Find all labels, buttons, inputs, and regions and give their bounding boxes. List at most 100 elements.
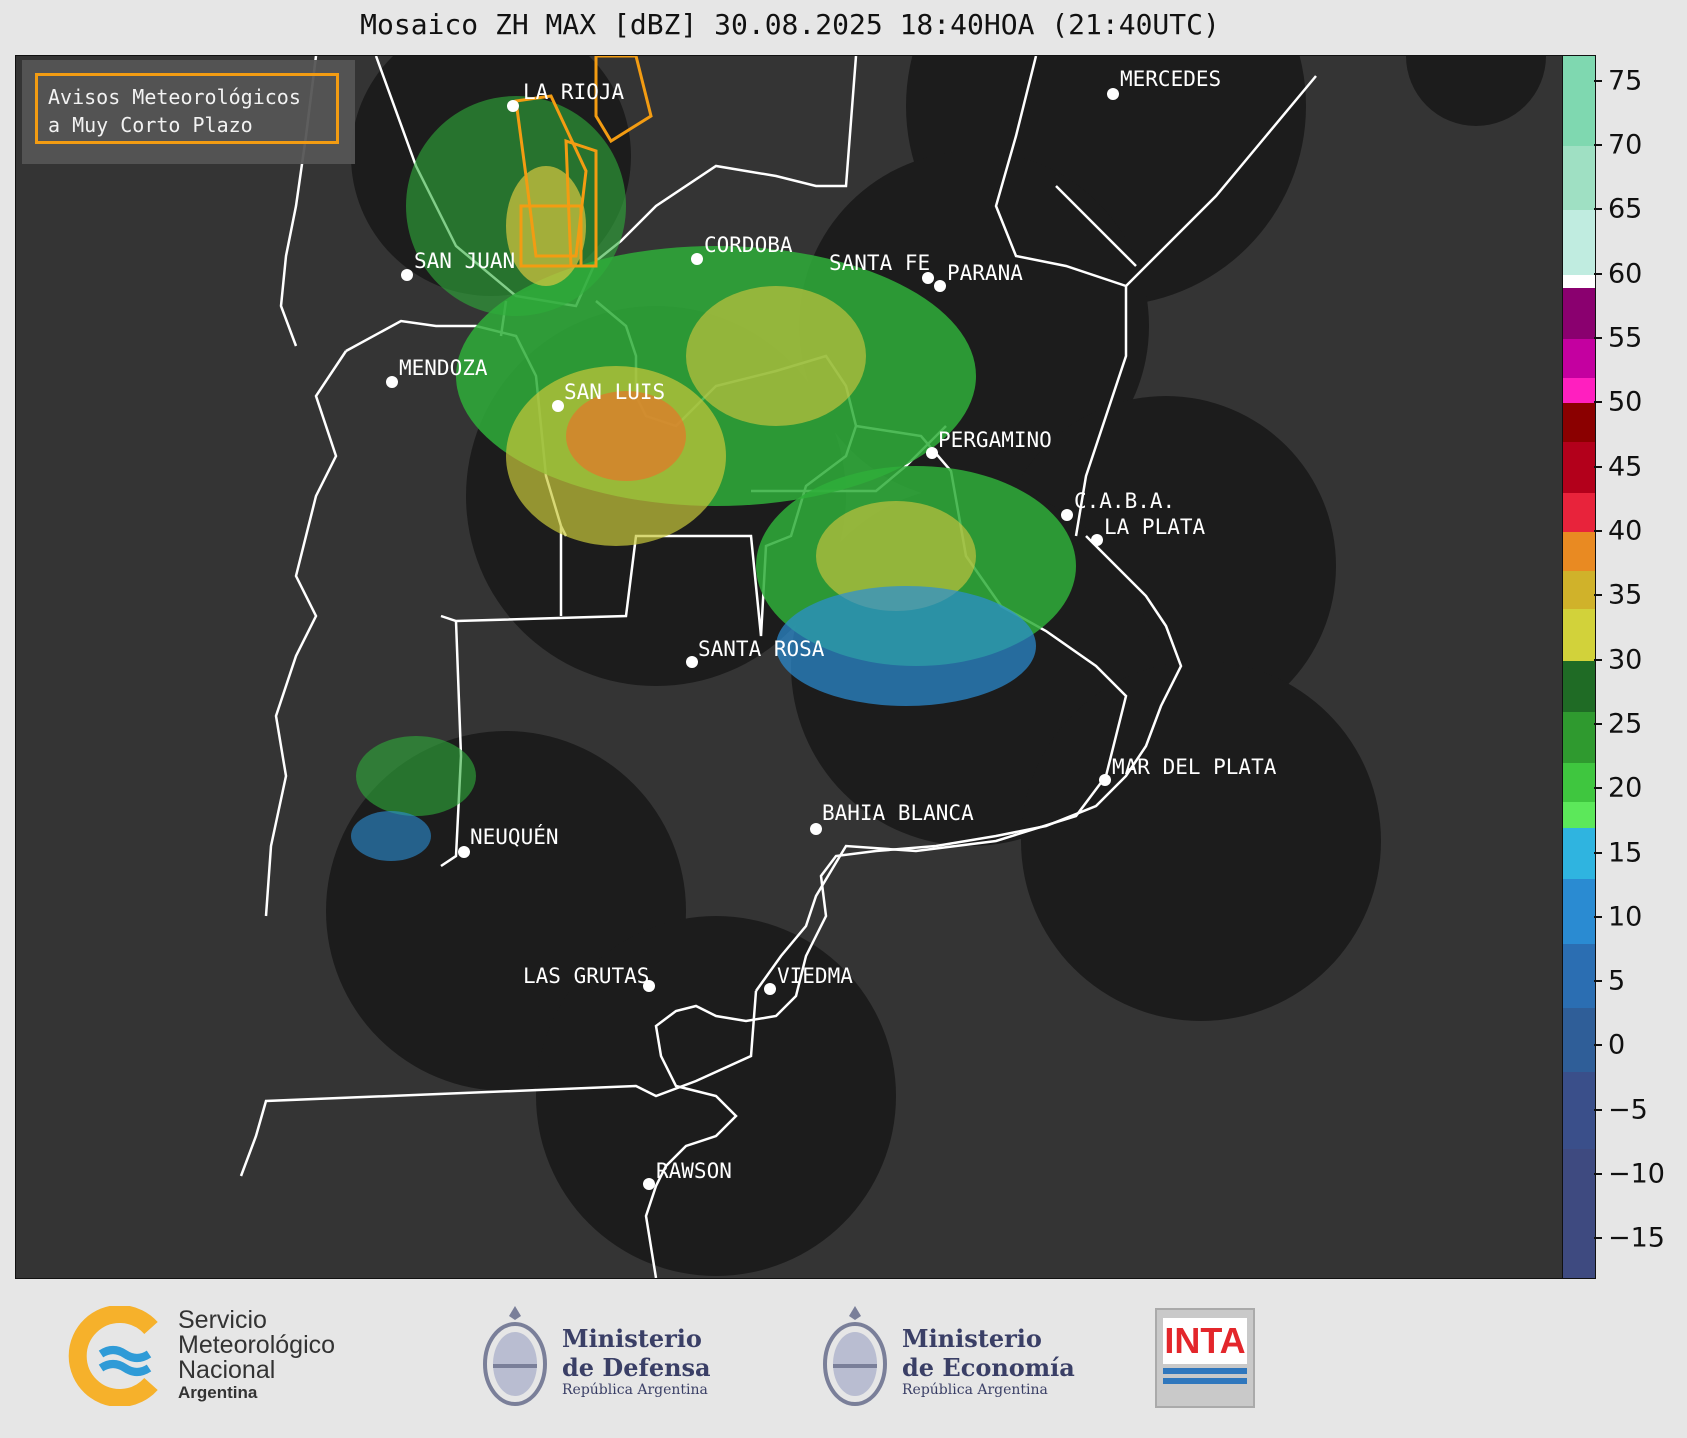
colorbar-tick <box>1594 401 1602 404</box>
smn-line3: Nacional <box>178 1356 276 1384</box>
defensa-line2: de Defensa <box>562 1353 711 1382</box>
colorbar-segment <box>1563 274 1595 289</box>
city-label-san-luis: SAN LUIS <box>564 380 665 404</box>
economia-line1: Ministerio <box>902 1324 1042 1353</box>
defensa-logo: Ministerio de Defensa República Argentin… <box>480 1300 720 1420</box>
colorbar-segment <box>1563 287 1595 340</box>
smn-line1: Servicio <box>178 1306 267 1334</box>
national-seal-icon <box>483 1306 547 1406</box>
colorbar-segment <box>1563 802 1595 829</box>
city-label-rawson: RAWSON <box>656 1159 732 1183</box>
colorbar-tick <box>1594 658 1602 661</box>
colorbar-tick <box>1594 787 1602 790</box>
defensa-line3: República Argentina <box>562 1382 708 1398</box>
colorbar-tick-label: 20 <box>1608 772 1643 804</box>
city-label-neuquen: NEUQUÉN <box>470 824 559 849</box>
colorbar-segment <box>1563 660 1595 713</box>
city-label-santa-fe: SANTA FE <box>829 251 930 275</box>
warning-legend-line2: a Muy Corto Plazo <box>48 113 253 137</box>
colorbar-tick <box>1594 980 1602 983</box>
economia-logo: Ministerio de Economía República Argenti… <box>820 1300 1080 1420</box>
colorbar-tick-label: −15 <box>1608 1222 1665 1254</box>
colorbar-tick-label: 10 <box>1608 901 1643 933</box>
city-label-la-plata: LA PLATA <box>1104 515 1206 539</box>
colorbar-segment <box>1563 377 1595 405</box>
colorbar-segment <box>1563 879 1595 945</box>
colorbar-tick <box>1594 1044 1602 1047</box>
city-label-viedma: VIEDMA <box>777 964 853 988</box>
colorbar-segment <box>1563 338 1595 379</box>
city-label-mar-del-plata: MAR DEL PLATA <box>1112 755 1277 779</box>
colorbar-tick <box>1594 1108 1602 1111</box>
map-title: Mosaico ZH MAX [dBZ] 30.08.2025 18:40HOA… <box>360 8 1220 41</box>
colorbar-segment <box>1563 531 1595 572</box>
inta-logo-text: INTA <box>1163 1318 1247 1364</box>
colorbar-segment <box>1563 56 1595 148</box>
radar-map[interactable]: LA RIOJA MERCEDES SAN JUAN CORDOBA SANTA… <box>15 55 1564 1279</box>
colorbar-tick <box>1594 144 1602 147</box>
colorbar-tick <box>1594 336 1602 339</box>
colorbar-segment <box>1563 1072 1595 1151</box>
colorbar-tick-label: 65 <box>1608 193 1643 225</box>
colorbar-ticks: 75 70 65 60 55 50 45 40 35 30 25 20 15 10 5 0 −5 −10 −15 <box>1594 55 1684 1277</box>
inta-logo: INTA <box>1155 1308 1255 1408</box>
colorbar-tick-label: 35 <box>1608 579 1643 611</box>
colorbar-tick-label: 25 <box>1608 708 1643 740</box>
warning-legend-line1: Avisos Meteorológicos <box>48 85 301 109</box>
colorbar-segment <box>1563 943 1595 1009</box>
colorbar-tick-label: 0 <box>1608 1029 1626 1061</box>
colorbar-tick-label: 75 <box>1608 65 1643 97</box>
radar-map-canvas: LA RIOJA MERCEDES SAN JUAN CORDOBA SANTA… <box>239 56 1546 1278</box>
city-label-las-grutas: LAS GRUTAS <box>523 964 649 988</box>
colorbar-tick <box>1594 79 1602 82</box>
national-seal-icon <box>823 1306 887 1406</box>
colorbar-tick-label: −10 <box>1608 1158 1665 1190</box>
colorbar <box>1562 55 1596 1279</box>
defensa-line1: Ministerio <box>562 1324 702 1353</box>
colorbar-segment <box>1563 609 1595 662</box>
warning-legend: Avisos Meteorológicos a Muy Corto Plazo <box>35 73 339 144</box>
smn-line2: Meteorológico <box>178 1331 336 1359</box>
city-label-bahia-blanca: BAHIA BLANCA <box>822 801 974 825</box>
colorbar-tick <box>1594 851 1602 854</box>
city-label-la-rioja: LA RIOJA <box>523 80 625 104</box>
colorbar-segment <box>1563 1149 1595 1278</box>
colorbar-tick-label: 30 <box>1608 644 1643 676</box>
city-label-mercedes: MERCEDES <box>1120 67 1221 91</box>
smn-logo-icon <box>68 1306 158 1406</box>
colorbar-segment <box>1563 441 1595 495</box>
city-label-mendoza: MENDOZA <box>399 356 488 380</box>
colorbar-tick <box>1594 915 1602 918</box>
footer-logos: Servicio Meteorológico Nacional Argentin… <box>0 1280 1687 1438</box>
colorbar-tick-label: −5 <box>1608 1094 1648 1126</box>
colorbar-segment <box>1563 827 1595 881</box>
colorbar-tick-label: 40 <box>1608 515 1643 547</box>
colorbar-tick-label: 55 <box>1608 322 1643 354</box>
colorbar-tick <box>1594 1173 1602 1176</box>
city-label-san-juan: SAN JUAN <box>414 249 515 273</box>
colorbar-tick <box>1594 594 1602 597</box>
colorbar-tick-label: 45 <box>1608 451 1643 483</box>
colorbar-segment <box>1563 763 1595 804</box>
colorbar-tick-label: 50 <box>1608 386 1643 418</box>
colorbar-tick <box>1594 272 1602 275</box>
smn-line4: Argentina <box>178 1383 258 1402</box>
colorbar-tick <box>1594 1237 1602 1240</box>
economia-line3: República Argentina <box>902 1382 1048 1398</box>
city-label-santa-rosa: SANTA ROSA <box>698 637 825 661</box>
colorbar-segment <box>1563 1007 1595 1074</box>
colorbar-segment <box>1563 146 1595 212</box>
colorbar-segment <box>1563 403 1595 443</box>
colorbar-tick <box>1594 208 1602 211</box>
city-label-cordoba: CORDOBA <box>704 233 793 257</box>
colorbar-tick-label: 15 <box>1608 837 1643 869</box>
city-label-caba: C.A.B.A. <box>1074 489 1175 513</box>
colorbar-tick-label: 5 <box>1608 965 1626 997</box>
inta-logo-stripe <box>1163 1378 1247 1384</box>
colorbar-segment <box>1563 210 1595 276</box>
colorbar-tick-label: 60 <box>1608 258 1643 290</box>
colorbar-tick <box>1594 529 1602 532</box>
city-label-parana: PARANA <box>947 261 1023 285</box>
colorbar-segment <box>1563 493 1595 533</box>
inta-logo-stripe <box>1163 1368 1247 1374</box>
